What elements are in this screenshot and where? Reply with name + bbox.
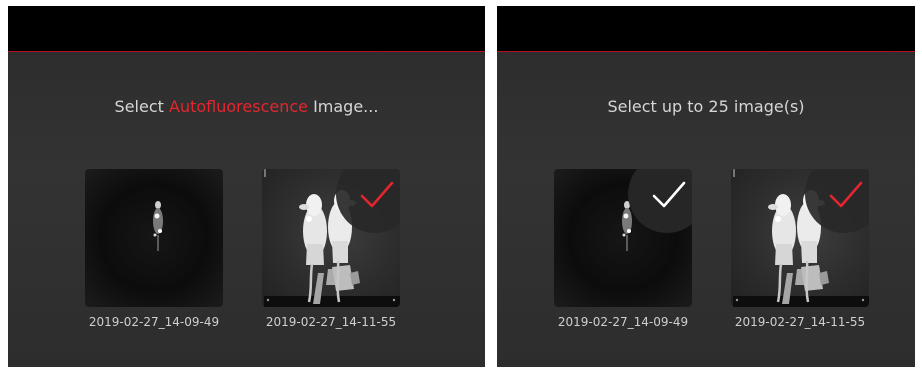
panel-prompt: Select up to 25 image(s) [607,97,805,116]
panel-prompt: Select Autofluorescence Image... [8,97,485,116]
header-bar [8,6,485,52]
prompt-prefix: Select [114,97,169,116]
image-thumbnail-selected[interactable] [554,169,692,307]
checkmark-icon [652,181,686,208]
image-thumbnail-selected[interactable] [262,169,400,307]
image-thumbnail-selected[interactable] [731,169,869,307]
select-images-panel: Select up to 25 image(s) 2019-02-27_14-0… [497,6,915,367]
image-timestamp: 2019-02-27_14-11-55 [265,315,397,329]
prompt-suffix: Image... [307,97,379,116]
checkmark-icon [360,181,394,208]
thumbnail-image [85,169,223,307]
prompt-highlight: Autofluorescence [169,97,308,116]
image-thumbnail[interactable] [85,169,223,307]
checkmark-icon [829,181,863,208]
header-bar [497,6,915,52]
image-timestamp: 2019-02-27_14-09-49 [557,315,689,329]
image-timestamp: 2019-02-27_14-11-55 [734,315,866,329]
select-autofluorescence-panel: Select Autofluorescence Image... 2019-02… [8,6,485,367]
image-timestamp: 2019-02-27_14-09-49 [88,315,220,329]
